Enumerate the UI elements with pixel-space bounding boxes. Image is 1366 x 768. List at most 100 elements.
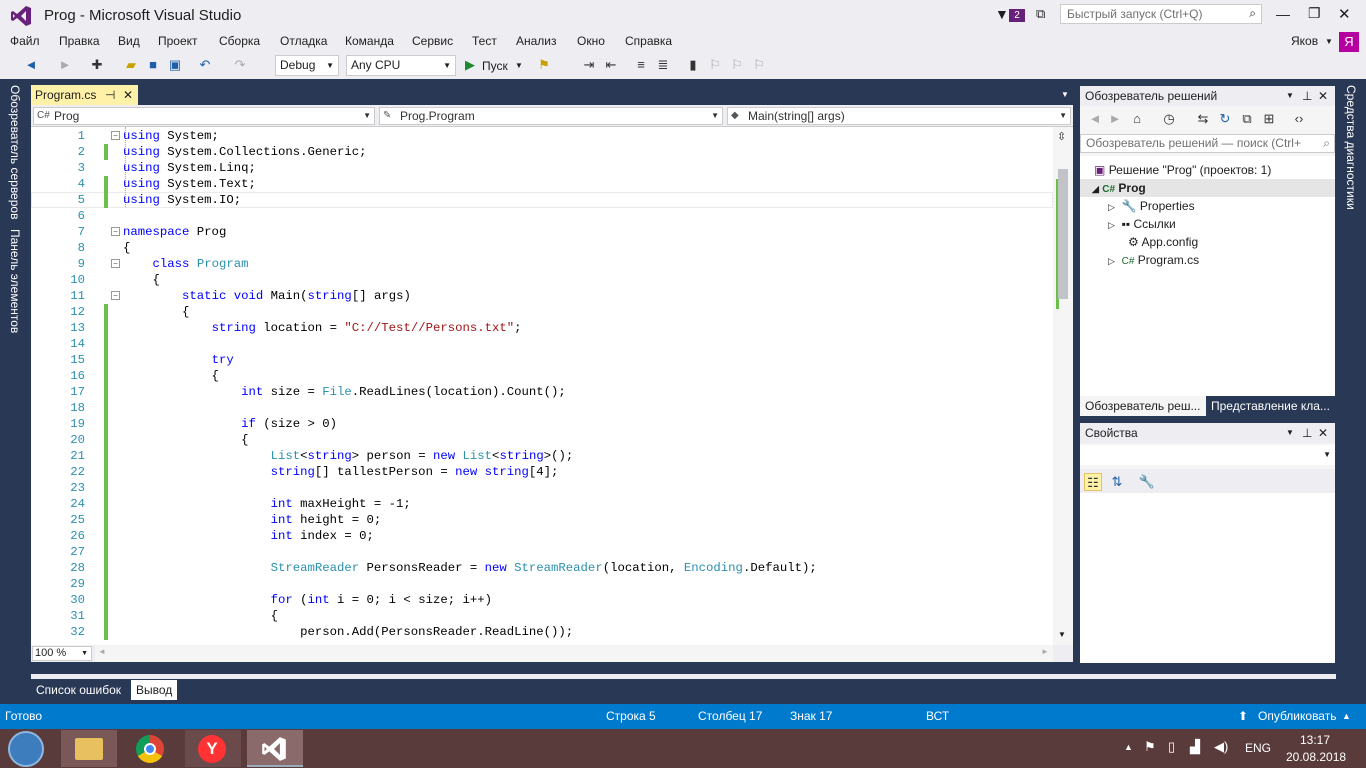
toolbox-tab[interactable]: Панель элементов — [8, 229, 22, 333]
code-line[interactable]: using System.IO; — [123, 192, 241, 208]
explorer-taskbar-button[interactable] — [61, 730, 117, 767]
forward-icon[interactable]: ► — [56, 56, 74, 74]
save-all-icon[interactable]: ▣ — [166, 56, 184, 74]
feedback-icon[interactable]: ⧉ — [1036, 6, 1045, 22]
collapse-icon[interactable]: ⧉ — [1238, 110, 1256, 128]
prev-bookmark-icon[interactable]: ⚐ — [706, 56, 724, 74]
pin-icon[interactable]: ⊣ — [105, 85, 115, 105]
object-select[interactable]: ▼ — [1080, 445, 1335, 465]
code-line[interactable]: static void Main(string[] args) — [123, 288, 411, 304]
pin-icon[interactable]: ⊥ — [1302, 423, 1312, 443]
publish-up-icon[interactable]: ⬆ — [1238, 704, 1248, 729]
step-icon[interactable]: ⇥ — [580, 56, 598, 74]
network-icon[interactable]: ▟ — [1190, 739, 1200, 755]
tab-error-list[interactable]: Список ошибок — [31, 680, 126, 700]
menu-test[interactable]: Тест — [472, 34, 497, 48]
quick-launch-box[interactable]: Быстрый запуск (Ctrl+Q) ⌕ — [1060, 4, 1262, 24]
chevron-down-icon[interactable]: ▼ — [1286, 423, 1294, 443]
se-search-input[interactable]: Обозреватель решений — поиск (Ctrl+ ⌕ — [1080, 134, 1335, 153]
collapse-icon[interactable]: − — [111, 131, 120, 140]
tree-item-references[interactable]: ▷ ▪▪ Ссылки — [1108, 215, 1176, 233]
tab-output[interactable]: Вывод — [131, 680, 178, 700]
show-all-icon[interactable]: ⊞ — [1260, 110, 1278, 128]
code-line[interactable]: int height = 0; — [123, 512, 382, 528]
horizontal-scrollbar[interactable]: ◄ ► — [95, 645, 1053, 662]
code-line[interactable]: { — [123, 240, 130, 256]
sort-alpha-icon[interactable]: ⇅ — [1108, 473, 1126, 491]
tray-chevron-up-icon[interactable]: ▲ — [1124, 742, 1133, 752]
code-line[interactable]: string location = "C://Test//Persons.txt… — [123, 320, 522, 336]
visual-studio-taskbar-button[interactable] — [247, 730, 303, 767]
code-line[interactable]: { — [123, 272, 160, 288]
project-dropdown[interactable]: C# Prog ▼ — [33, 107, 375, 125]
redo-icon[interactable]: ↷ — [231, 56, 249, 74]
tree-solution[interactable]: ▣ Решение "Prog" (проектов: 1) — [1094, 161, 1271, 179]
close-icon[interactable]: ✕ — [123, 85, 133, 105]
refresh-icon[interactable]: ↻ — [1216, 110, 1234, 128]
code-line[interactable]: using System.Collections.Generic; — [123, 144, 367, 160]
comment-icon[interactable]: ≡ — [632, 56, 650, 74]
maximize-button[interactable]: ❐ — [1308, 5, 1321, 22]
scroll-thumb[interactable] — [1058, 169, 1068, 299]
clock-time[interactable]: 13:17 — [1300, 733, 1330, 747]
tree-item-app-config[interactable]: ⚙ App.config — [1128, 233, 1198, 251]
code-line[interactable]: StreamReader PersonsReader = new StreamR… — [123, 560, 817, 576]
categorized-icon[interactable]: ☷ — [1084, 473, 1102, 491]
scroll-left-icon[interactable]: ◄ — [98, 647, 106, 656]
back-icon[interactable]: ◄ — [1086, 110, 1104, 128]
history-icon[interactable]: ◷ — [1160, 110, 1178, 128]
yandex-taskbar-button[interactable]: Y — [185, 730, 241, 767]
code-line[interactable]: using System.Text; — [123, 176, 256, 192]
code-editor[interactable]: 1− using System; 2 using System.Collections… — [31, 127, 1073, 645]
close-icon[interactable]: ✕ — [1318, 423, 1328, 443]
server-explorer-tab[interactable]: Обозреватель серверов — [8, 85, 22, 219]
scroll-down-icon[interactable]: ▼ — [1058, 630, 1066, 639]
scroll-right-icon[interactable]: ► — [1041, 647, 1049, 656]
code-line[interactable]: using System.Linq; — [123, 160, 256, 176]
chrome-taskbar-button[interactable] — [123, 730, 179, 767]
menu-window[interactable]: Окно — [577, 34, 605, 48]
chevron-down-icon[interactable]: ▼ — [1286, 86, 1294, 106]
code-line[interactable]: List<string> person = new List<string>()… — [123, 448, 574, 464]
bookmark-icon[interactable]: ▮ — [684, 56, 702, 74]
open-icon[interactable]: ▰ — [122, 56, 140, 74]
member-dropdown[interactable]: ◆ Main(string[] args) ▼ — [727, 107, 1071, 125]
tab-solution-explorer[interactable]: Обозреватель реш... — [1080, 396, 1205, 416]
platform-select[interactable]: Any CPU ▼ — [346, 55, 456, 76]
tab-class-view[interactable]: Представление кла... — [1206, 396, 1335, 416]
code-line[interactable]: { — [123, 304, 189, 320]
close-button[interactable]: ✕ — [1338, 5, 1351, 23]
code-line[interactable]: try — [123, 352, 234, 368]
tab-overflow-icon[interactable]: ▼ — [1061, 90, 1069, 99]
language-indicator[interactable]: ENG — [1245, 741, 1271, 755]
menu-debug[interactable]: Отладка — [280, 34, 327, 48]
run-button[interactable]: ▶ Пуск ▼ — [463, 56, 525, 76]
menu-project[interactable]: Проект — [158, 34, 198, 48]
clear-bookmarks-icon[interactable]: ⚐ — [750, 56, 768, 74]
code-line[interactable]: for (int i = 0; i < size; i++) — [123, 592, 492, 608]
vertical-scrollbar[interactable]: ⇳ ▼ — [1053, 127, 1073, 645]
code-line[interactable]: class Program — [123, 256, 249, 272]
menu-analyze[interactable]: Анализ — [516, 34, 557, 48]
menu-build[interactable]: Сборка — [219, 34, 260, 48]
forward-icon[interactable]: ► — [1106, 110, 1124, 128]
volume-icon[interactable]: ◀) — [1214, 739, 1228, 755]
action-center-icon[interactable]: ⚑ — [1144, 739, 1156, 755]
collapse-icon[interactable]: − — [111, 227, 120, 236]
tree-project[interactable]: ◢ C# Prog — [1092, 179, 1146, 197]
home-icon[interactable]: ⌂ — [1128, 110, 1146, 128]
pin-icon[interactable]: ⊥ — [1302, 86, 1312, 106]
tab-program-cs[interactable]: Program.cs ⊣ ✕ — [31, 85, 138, 105]
menu-edit[interactable]: Правка — [59, 34, 100, 48]
property-pages-icon[interactable]: 🔧 — [1138, 473, 1156, 491]
clock-date[interactable]: 20.08.2018 — [1286, 750, 1346, 764]
code-line[interactable]: person.Add(PersonsReader.ReadLine()); — [123, 624, 573, 640]
menu-tools[interactable]: Сервис — [412, 34, 453, 48]
code-line[interactable]: { — [123, 432, 248, 448]
collapse-icon[interactable]: − — [111, 291, 120, 300]
sync-icon[interactable]: ⇆ — [1194, 110, 1212, 128]
code-line[interactable]: int size = File.ReadLines(location).Coun… — [123, 384, 566, 400]
code-line[interactable]: using System; — [123, 128, 219, 144]
battery-icon[interactable]: ▯ — [1168, 739, 1175, 755]
close-icon[interactable]: ✕ — [1318, 86, 1328, 106]
